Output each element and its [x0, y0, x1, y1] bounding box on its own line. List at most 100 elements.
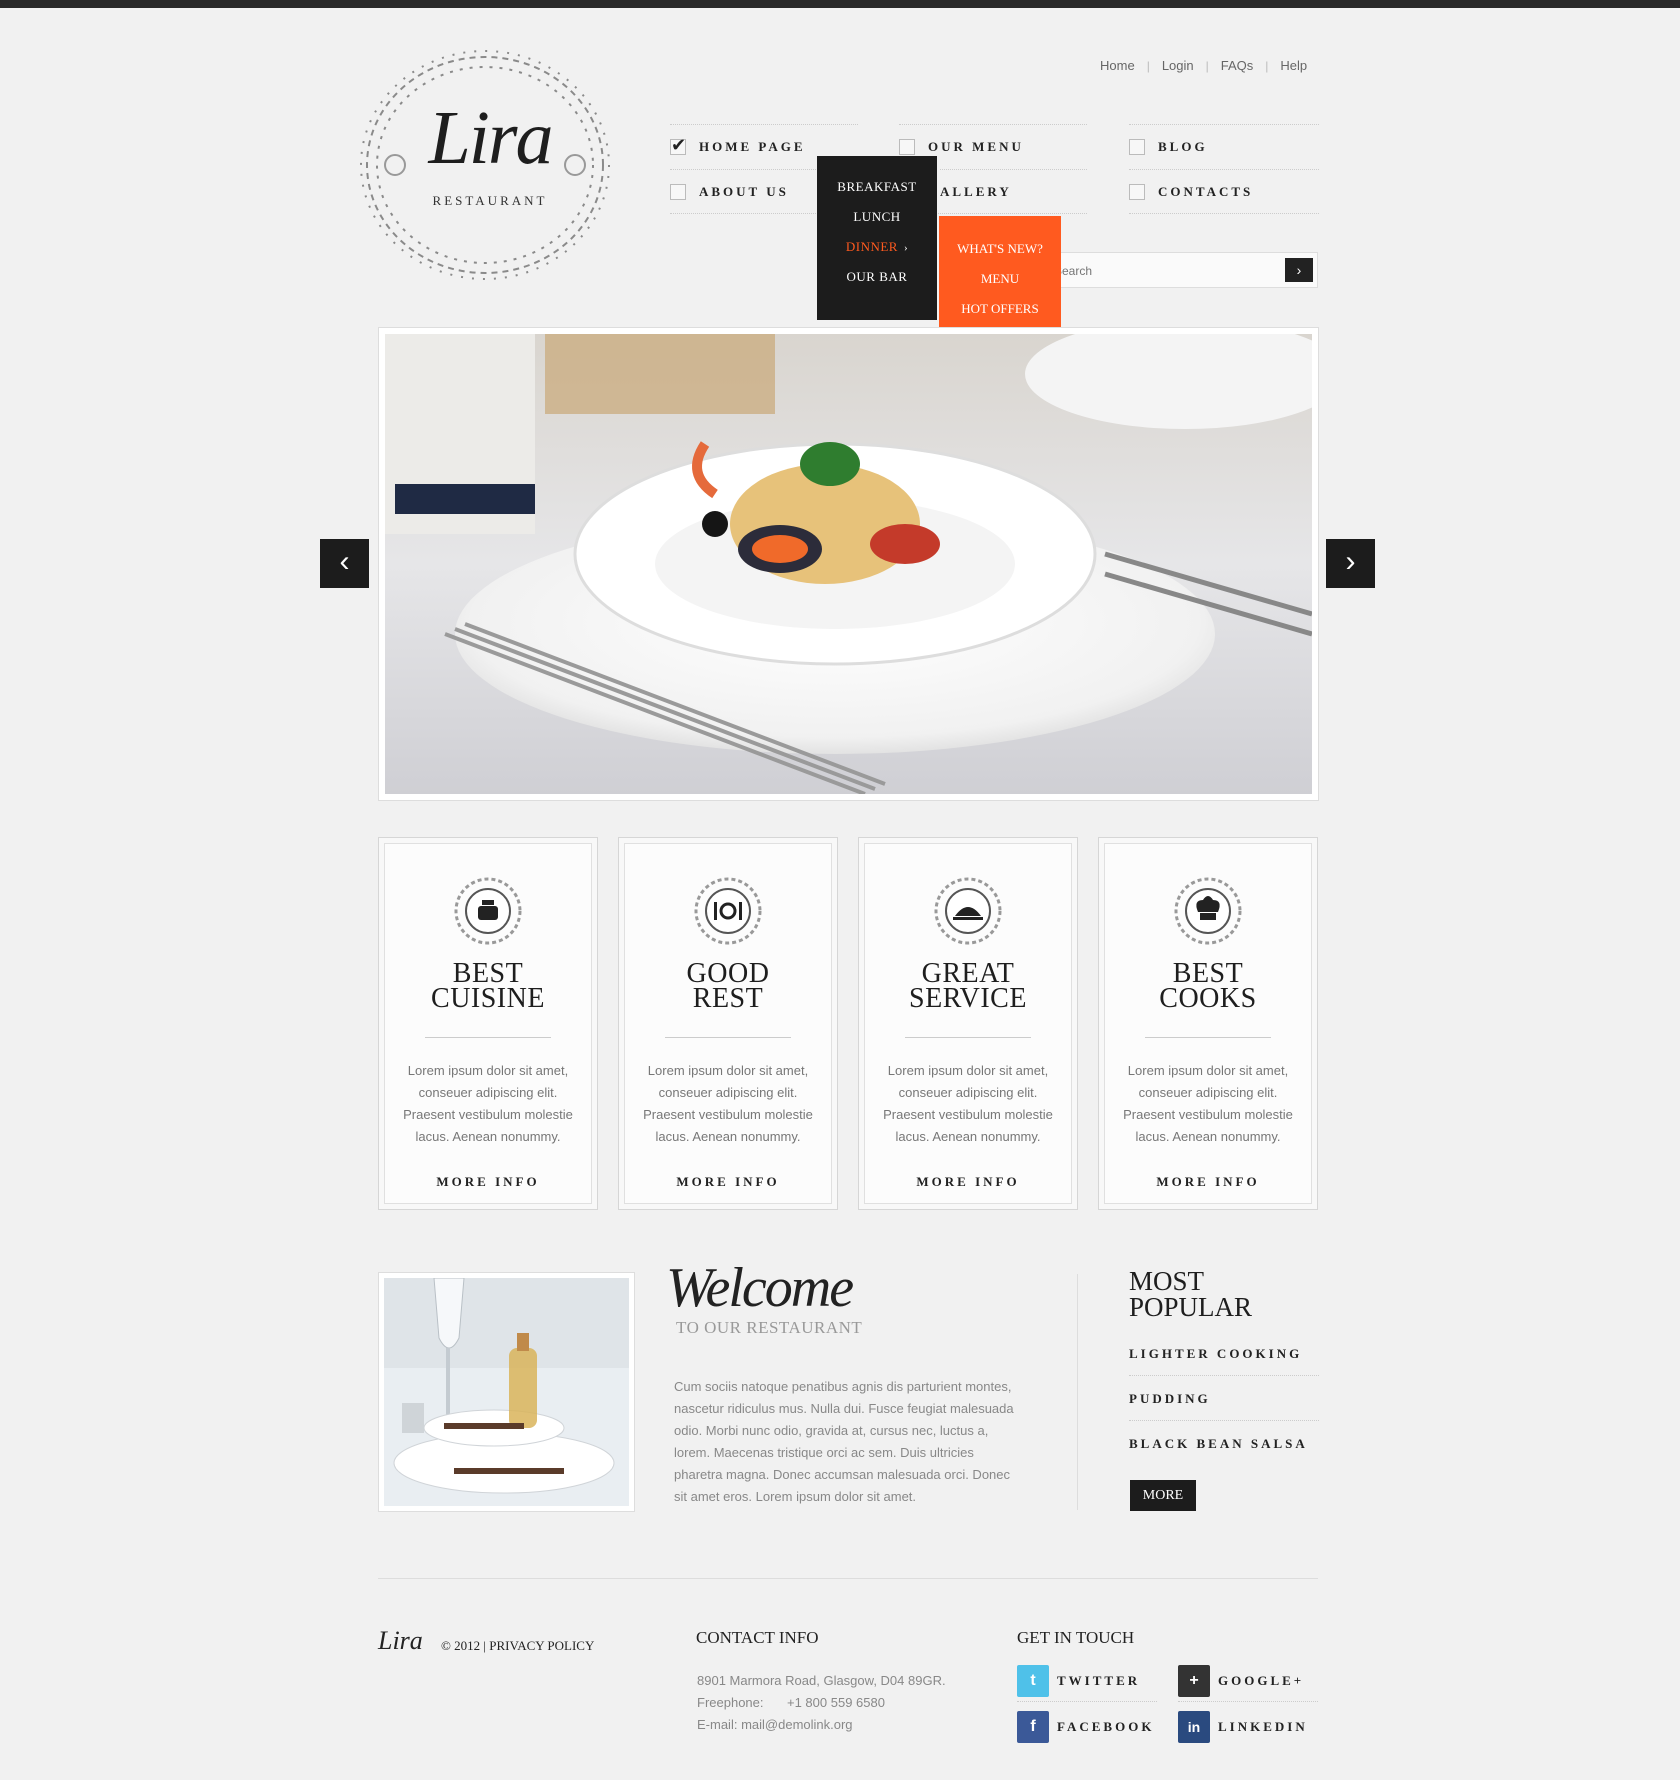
social-link-twitter[interactable]: t TWITTER — [1017, 1661, 1157, 1702]
dropdown-item-label: DINNER — [845, 239, 898, 254]
footer-copyright: © 2012 | PRIVACY POLICY — [441, 1638, 594, 1654]
submenu-item-menu[interactable]: MENU — [939, 264, 1061, 294]
social-label: LINKEDIN — [1218, 1718, 1308, 1734]
search-submit-button[interactable]: › — [1285, 258, 1313, 282]
menu-dropdown: BREAKFAST LUNCH DINNER › OUR BAR — [817, 156, 937, 320]
linkedin-icon: in — [1178, 1710, 1210, 1743]
welcome-text: Cum sociis natoque penatibus agnis dis p… — [674, 1379, 1014, 1504]
social-link-google-plus[interactable]: + GOOGLE+ — [1178, 1661, 1318, 1702]
separator: | — [1146, 58, 1150, 73]
dropdown-item-dinner[interactable]: DINNER › — [817, 232, 937, 262]
nav-label: OUR MENU — [928, 139, 1024, 154]
nav-item-contacts[interactable]: CONTACTS — [1129, 169, 1319, 214]
top-link-help[interactable]: Help — [1280, 58, 1307, 73]
search-box: › — [1045, 252, 1318, 288]
checkbox-icon — [1129, 139, 1145, 155]
logo-name[interactable]: Lira — [405, 95, 575, 182]
more-info-link[interactable]: MORE INFO — [865, 1174, 1071, 1190]
email-link[interactable]: mail@demolink.org — [741, 1717, 852, 1732]
separator: | — [1205, 58, 1209, 73]
divider — [665, 1037, 791, 1038]
top-links: Home | Login | FAQs | Help — [1100, 58, 1307, 73]
submenu-item-hot-offers[interactable]: HOT OFFERS — [939, 294, 1061, 324]
more-info-link[interactable]: MORE INFO — [1105, 1174, 1311, 1190]
submenu-item-whats-new[interactable]: WHAT'S NEW? — [939, 234, 1061, 264]
top-link-login[interactable]: Login — [1162, 58, 1194, 73]
footer-logo[interactable]: Lira — [378, 1626, 423, 1656]
chevron-left-icon: ‹ — [339, 545, 350, 578]
feature-card: GOOD REST Lorem ipsum dolor sit amet, con… — [618, 837, 838, 1210]
feature-title-line: CUISINE — [431, 983, 545, 1014]
slider-prev-button[interactable]: ‹ — [320, 539, 369, 588]
feature-card: BEST COOKS Lorem ipsum dolor sit amet, co… — [1098, 837, 1318, 1210]
nav-label: HOME PAGE — [699, 139, 806, 154]
top-link-faqs[interactable]: FAQs — [1221, 58, 1254, 73]
feature-title: GOOD REST — [625, 960, 831, 1013]
nav-item-blog[interactable]: BLOG — [1129, 124, 1319, 169]
popular-item[interactable]: PUDDING — [1129, 1376, 1319, 1421]
get-in-touch-title: GET IN TOUCH — [1017, 1628, 1135, 1647]
slider-next-button[interactable]: › — [1326, 539, 1375, 588]
serving-tray-icon — [933, 876, 1003, 946]
social-link-facebook[interactable]: f FACEBOOK — [1017, 1706, 1157, 1747]
feature-text: Lorem ipsum dolor sit amet, conseuer adi… — [403, 1063, 573, 1144]
google-plus-icon: + — [1178, 1665, 1210, 1697]
top-bar — [0, 0, 1680, 8]
popular-title-line: POPULAR — [1129, 1292, 1253, 1322]
feature-text: Lorem ipsum dolor sit amet, conseuer adi… — [1123, 1063, 1293, 1144]
dropdown-item-our-bar[interactable]: OUR BAR — [817, 262, 937, 292]
dropdown-item-lunch[interactable]: LUNCH — [817, 202, 937, 232]
dropdown-item-breakfast[interactable]: BREAKFAST — [817, 172, 937, 202]
nav-item-gallery[interactable]: ALLERY — [940, 169, 1087, 214]
feature-title-line: SERVICE — [909, 983, 1027, 1014]
nav-label: BLOG — [1158, 139, 1208, 154]
email-row: E-mail: mail@demolink.org — [697, 1714, 946, 1736]
hero-slider — [378, 327, 1319, 801]
feature-card: BEST CUISINE Lorem ipsum dolor sit amet, … — [378, 837, 598, 1210]
nav-label: ABOUT US — [699, 184, 789, 199]
more-info-link[interactable]: MORE INFO — [385, 1174, 591, 1190]
search-input[interactable] — [1054, 261, 1274, 281]
email-label: E-mail: — [697, 1717, 738, 1732]
popular-item[interactable]: BLACK BEAN SALSA — [1129, 1421, 1319, 1466]
feature-title: GREAT SERVICE — [865, 960, 1071, 1014]
logo-subtitle: RESTAURANT — [432, 193, 548, 208]
separator: | — [1265, 58, 1269, 73]
cooking-pot-icon — [453, 876, 523, 946]
footer-divider — [378, 1578, 1318, 1579]
more-info-link[interactable]: MORE INFO — [625, 1174, 831, 1190]
social-label: FACEBOOK — [1057, 1718, 1155, 1734]
chef-hat-icon — [1173, 876, 1243, 946]
contact-info-title: CONTACT INFO — [696, 1628, 819, 1647]
social-link-linkedin[interactable]: in LINKEDIN — [1178, 1706, 1318, 1747]
feature-title: BEST CUISINE — [385, 960, 591, 1014]
feature-text: Lorem ipsum dolor sit amet, conseuer adi… — [883, 1063, 1053, 1144]
divider — [425, 1037, 551, 1038]
address: 8901 Marmora Road, Glasgow, D04 89GR. — [697, 1673, 946, 1688]
welcome-subtitle: TO OUR RESTAURANT — [676, 1318, 863, 1337]
privacy-policy-link[interactable]: PRIVACY POLICY — [489, 1638, 594, 1653]
feature-title: BEST COOKS — [1105, 960, 1311, 1014]
nav-label: ALLERY — [940, 184, 1012, 199]
feature-card: GREAT SERVICE Lorem ipsum dolor sit amet,… — [858, 837, 1078, 1210]
popular-more-button[interactable]: MORE — [1130, 1480, 1196, 1511]
feature-text: Lorem ipsum dolor sit amet, conseuer adi… — [643, 1063, 813, 1144]
divider — [1145, 1037, 1271, 1038]
chevron-right-icon: › — [1345, 545, 1356, 578]
twitter-icon: t — [1017, 1665, 1049, 1697]
copyright-text: © 2012 — [441, 1638, 481, 1653]
cutlery-icon — [693, 876, 763, 946]
checkbox-checked-icon — [670, 135, 686, 156]
welcome-image — [378, 1272, 635, 1512]
feature-title-line: COOKS — [1159, 983, 1257, 1014]
nav-divider — [1129, 213, 1319, 214]
checkbox-icon — [1129, 184, 1145, 200]
nav-label: CONTACTS — [1158, 184, 1254, 199]
top-link-home[interactable]: Home — [1100, 58, 1135, 73]
social-label: GOOGLE+ — [1218, 1673, 1305, 1688]
welcome-title: Welcome — [666, 1257, 854, 1319]
checkbox-icon — [899, 139, 915, 155]
facebook-icon: f — [1017, 1710, 1049, 1743]
checkbox-icon — [670, 184, 686, 200]
popular-item[interactable]: LIGHTER COOKING — [1129, 1331, 1319, 1376]
